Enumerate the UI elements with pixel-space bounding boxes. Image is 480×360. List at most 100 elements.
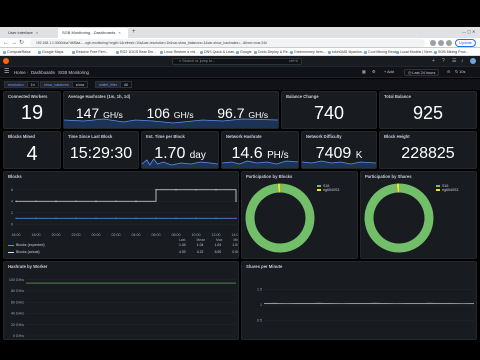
bookmark[interactable]: RG2 1DGS Bear Din... [116,48,156,56]
legend-swatch [436,189,440,191]
variable-resolution[interactable]: resolution 1h [4,81,39,88]
letterbox [0,340,480,360]
browser-update-button[interactable]: Update [455,39,476,47]
x-tick-label: 00:00 [92,233,101,237]
donut-legend: S16 rig6540S3 [317,184,339,192]
panel-block-height[interactable]: Block Height 228825 [379,131,477,169]
panel-title: Shares per Minute [246,264,283,269]
bookmark[interactable]: Google [236,48,252,56]
reload-icon[interactable]: ↻ [19,38,24,48]
legend-row-expected[interactable]: Blocks (expected) 1.04 1.04 1.04 1.04 [8,243,238,248]
refresh-button[interactable]: ↻ 10s [455,69,465,76]
bookmark[interactable]: tukin0481 klyanion... [328,48,365,56]
x-tick-label: 18:00 [32,233,41,237]
breadcrumb-home[interactable]: Home [14,67,26,78]
panel-time-since-last-block[interactable]: Time Since Last Block 15:29:30 [63,131,139,169]
legend-swatch [8,252,14,253]
panel-hashrate-by-worker[interactable]: Hashrate by Worker 100 GH/s 80 GH/s 60 GH/… [3,261,239,340]
help-icon[interactable]: ? [442,57,445,66]
panel-connected-workers[interactable]: Connected Workers 19 [3,91,61,129]
participation-shares-donut [364,183,434,253]
panel-shares-per-minute[interactable]: Shares per Minute 1.5 1 0.5 [241,261,477,340]
panel-participation-shares[interactable]: Participation by Shares S16 rig6540S3 [360,171,477,259]
legend-row-actual[interactable]: Blocks (actual) 4.00 4.22 6.00 0.00 [8,250,238,255]
extension-icon[interactable] [438,40,444,46]
total-balance-value: 925 [412,103,444,123]
panel-average-hashrates[interactable]: Average Hashrates (1m, 1h, 1d) 147 GH/s … [63,91,279,129]
data-point [135,200,137,202]
legend-header-min: Min [233,238,239,242]
block-height-value: 228825 [401,145,455,162]
panel-title: Balance Change [286,94,319,99]
panel-blocks-mined[interactable]: Blocks Mined 4 [3,131,61,169]
plus-icon[interactable]: + [432,57,435,66]
grafana-top-bar: ⌕ Search or jump to... ctrl+k + ? ☰ ♪ [0,56,480,67]
bookmark[interactable]: ComputeRaise [3,48,31,56]
bookmark-icon [290,50,293,54]
profile-icon[interactable] [446,40,452,46]
bookmark-icon [396,50,399,54]
legend-item[interactable]: rig6540S3 [317,188,339,192]
bookmark[interactable]: SGB Mining Pool... [434,48,468,56]
bookmark[interactable]: Linux Restore a virt... [160,48,198,56]
search-shortcut: ctrl+k [288,59,298,63]
add-button[interactable]: + Add [384,69,394,76]
close-tab-icon[interactable]: × [36,30,38,35]
browser-tab-active[interactable]: SGB Monitoring - Dashboards × [58,28,128,38]
close-tab-icon[interactable]: × [118,30,120,35]
series-line [16,189,237,202]
bookmark-icon [116,50,119,54]
panel-title: Average Hashrates (1m, 1h, 1d) [68,94,131,99]
grafana-logo-icon[interactable] [3,58,9,64]
bookmark[interactable]: Google Maps [38,48,63,56]
bookmark-icon [200,50,203,54]
panel-add-icon[interactable]: ▦ [362,69,366,76]
variable-show-balances[interactable]: show_balances show [40,81,89,88]
legend-value: 0.00 [232,250,239,254]
data-point [235,217,237,219]
variable-wallet-filter[interactable]: wallet_filter All [95,81,132,88]
bookmark[interactable]: Greenmoney Item... [290,48,326,56]
bookmark[interactable]: Dodo Deploy & Re... [254,48,291,56]
time-since-last-value: 15:29:30 [69,145,133,162]
panel-total-balance[interactable]: Total Balance 925 [379,91,477,129]
panel-title: Est. Time per Block [146,134,185,139]
panel-participation-blocks[interactable]: Participation by Blocks S16 rig6540S3 [241,171,358,259]
data-point [135,217,137,219]
breadcrumb-dashboards[interactable]: Dashboards [31,67,55,78]
bookmark[interactable]: Resolve Free Firm... [72,48,109,56]
window-controls-icon[interactable]: — ▢ ✕ [462,27,475,37]
bookmark[interactable]: Local Models | Nem... [396,48,435,56]
menu-icon[interactable]: ☰ [4,67,9,78]
legend-value: 1.04 [179,243,186,247]
panel-network-difficulty[interactable]: Network Difficulty 7409 K [301,131,377,169]
participation-blocks-donut [245,183,315,253]
forward-icon[interactable]: → [11,38,17,48]
panel-network-hashrate[interactable]: Network Hashrate 14.6 PH/s [221,131,299,169]
settings-icon[interactable]: ⚙ [372,69,375,76]
browser-tab[interactable]: User interface × [4,28,56,38]
zoom-out-icon[interactable]: ⊖ [447,69,450,76]
alert-bell-icon[interactable]: ♪ [461,57,464,66]
bookmark-icon [236,50,239,54]
variables-bar: resolution 1h show_balances show wallet_fi… [0,79,480,90]
legend-value: 4.22 [196,250,204,254]
new-tab-icon[interactable]: + [132,27,136,37]
bookmark[interactable]: DNS Quick & Lean... [200,48,237,56]
legend-item[interactable]: rig6540S3 [436,188,458,192]
avatar[interactable] [470,58,476,64]
time-range-picker[interactable]: ◷ Last 24 hours [404,69,440,76]
panel-blocks-chart[interactable]: Blocks 6 4 2 0 16:00 18:00 20:00 22:00 00:00 02:0… [3,171,239,259]
back-icon[interactable]: ← [3,38,9,48]
panel-balance-change[interactable]: Balance Change 740 [281,91,377,129]
extension-icon[interactable] [430,40,436,46]
bookmark[interactable]: Cool Mining Rece... [364,48,399,56]
bookmark-icon [3,50,6,54]
data-point [215,217,217,219]
url-field[interactable]: 192.168.1.1:3000/d/a7d6f3aa-...-sgb-moni… [30,39,425,47]
legend-swatch [8,245,14,246]
panel-est-time-per-block[interactable]: Est. Time per Block 1.70 day [141,131,219,169]
x-tick-label: 14:00 [232,233,240,237]
news-icon[interactable]: ☰ [452,57,456,66]
search-input[interactable]: ⌕ Search or jump to... ctrl+k [172,58,302,65]
